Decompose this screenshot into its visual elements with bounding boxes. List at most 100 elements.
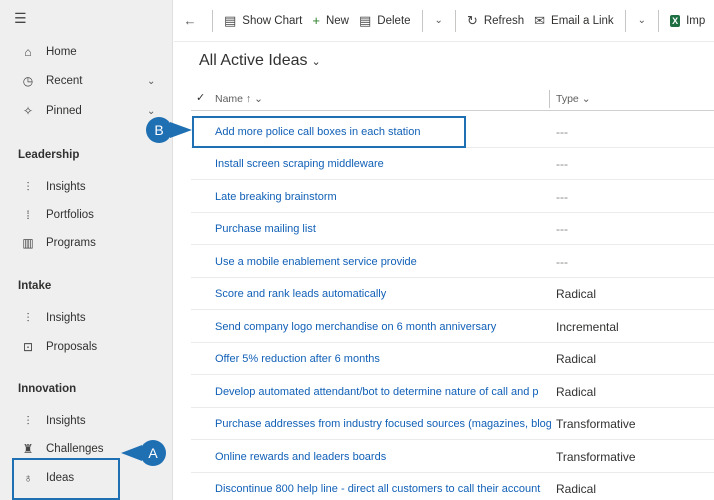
idea-type: --- <box>556 190 568 204</box>
back-arrow-icon[interactable]: ← <box>174 13 206 28</box>
callout-badge-b: B <box>146 117 172 143</box>
table-row[interactable]: Purchase addresses from industry focused… <box>191 408 714 440</box>
group-label-innovation: Innovation <box>18 383 77 395</box>
idea-type: Radical <box>556 287 597 301</box>
sidebar: ☰ ⌂ Home ◷ Recent ⌄ ✧ Pinned ⌄ Leadershi… <box>0 0 173 500</box>
sidebar-item-label: Challenges <box>46 443 104 455</box>
idea-name-link[interactable]: Use a mobile enablement service provide <box>215 256 551 268</box>
table-row[interactable]: Online rewards and leaders boards Transf… <box>191 441 714 473</box>
idea-name-link[interactable]: Purchase mailing list <box>215 223 551 235</box>
challenges-icon: ♜ <box>22 442 34 456</box>
callout-pointer-a <box>121 445 142 461</box>
idea-type: Radical <box>556 385 597 399</box>
select-all-checkmark-icon[interactable]: ✓ <box>196 91 205 104</box>
table-row[interactable]: Score and rank leads automatically Radic… <box>191 278 714 310</box>
delete-button[interactable]: ▤ Delete <box>359 13 411 29</box>
toolbar-divider <box>421 9 423 32</box>
refresh-button[interactable]: ↻ Refresh <box>467 13 524 29</box>
clock-icon: ◷ <box>22 74 34 88</box>
toolbar-divider <box>624 9 626 32</box>
sidebar-item-intake-insights[interactable]: ⫶ Insights <box>0 306 173 330</box>
sidebar-item-innovation-insights[interactable]: ⫶ Insights <box>0 409 173 433</box>
group-label-intake: Intake <box>18 280 52 292</box>
refresh-label: Refresh <box>483 14 525 27</box>
highlight-box-first-idea <box>192 116 466 148</box>
sidebar-item-label: Proposals <box>46 341 98 353</box>
import-button[interactable]: X Imp <box>670 14 706 27</box>
idea-type: Radical <box>556 352 597 366</box>
idea-name-link[interactable]: Late breaking brainstorm <box>215 191 551 203</box>
table-row[interactable]: Install screen scraping middleware --- <box>191 148 714 180</box>
sidebar-item-label: Portfolios <box>46 209 94 221</box>
grid-header: ✓ Name ↑ ⌄ Type ⌄ <box>191 87 714 111</box>
column-divider <box>549 90 550 108</box>
idea-type: Radical <box>556 482 597 496</box>
plus-icon: + <box>312 13 320 28</box>
view-selector[interactable]: All Active Ideas ⌄ <box>199 52 321 70</box>
sidebar-item-label: Programs <box>46 237 96 249</box>
sidebar-item-home[interactable]: ⌂ Home <box>0 40 173 64</box>
table-row[interactable]: Late breaking brainstorm --- <box>191 181 714 213</box>
sidebar-item-leadership-insights[interactable]: ⫶ Insights <box>0 175 173 199</box>
idea-type: --- <box>556 255 568 269</box>
idea-type: Transformative <box>556 417 636 431</box>
idea-type: --- <box>556 222 568 236</box>
delete-label: Delete <box>377 14 411 27</box>
insights-icon: ⫶ <box>26 310 30 325</box>
highlight-box-ideas-nav <box>12 458 120 500</box>
column-header-name[interactable]: Name ↑ ⌄ <box>215 93 263 105</box>
table-row[interactable]: Purchase mailing list --- <box>191 213 714 245</box>
command-bar: ← ▤ Show Chart + New ▤ Delete ⌄ ↻ Refres… <box>174 0 714 42</box>
idea-type: --- <box>556 125 568 139</box>
table-row[interactable]: Discontinue 800 help line - direct all c… <box>191 473 714 500</box>
table-row[interactable]: Develop automated attendant/bot to deter… <box>191 376 714 408</box>
show-chart-button[interactable]: ▤ Show Chart <box>224 13 302 29</box>
insights-icon: ⫶ <box>26 413 30 428</box>
chevron-down-icon[interactable]: ⌄ <box>147 106 155 117</box>
idea-name-link[interactable]: Discontinue 800 help line - direct all c… <box>215 483 551 495</box>
column-header-type[interactable]: Type ⌄ <box>556 93 591 105</box>
refresh-icon: ↻ <box>466 12 478 28</box>
show-chart-label: Show Chart <box>242 14 303 27</box>
idea-name-link[interactable]: Offer 5% reduction after 6 months <box>215 353 551 365</box>
table-row[interactable]: Use a mobile enablement service provide … <box>191 246 714 278</box>
callout-pointer-b <box>170 122 192 138</box>
new-button[interactable]: + New <box>312 13 349 28</box>
column-header-type-label: Type <box>556 93 579 105</box>
sidebar-item-portfolios[interactable]: ⁞ Portfolios <box>0 203 173 227</box>
chart-icon: ▤ <box>224 12 237 28</box>
trash-icon: ▤ <box>359 12 372 28</box>
sidebar-item-pinned[interactable]: ✧ Pinned ⌄ <box>0 99 173 123</box>
idea-type: --- <box>556 157 568 171</box>
idea-name-link[interactable]: Score and rank leads automatically <box>215 288 551 300</box>
sidebar-item-programs[interactable]: ▥ Programs <box>0 231 173 255</box>
chevron-down-icon: ⌄ <box>311 56 321 68</box>
home-icon: ⌂ <box>24 45 32 59</box>
chevron-down-icon[interactable]: ⌄ <box>435 15 443 26</box>
proposals-icon: ⊡ <box>22 340 34 354</box>
chevron-down-icon[interactable]: ⌄ <box>147 76 155 87</box>
callout-badge-a: A <box>140 440 166 466</box>
programs-icon: ▥ <box>22 236 34 250</box>
idea-name-link[interactable]: Send company logo merchandise on 6 month… <box>215 321 551 333</box>
email-link-button[interactable]: ✉ Email a Link <box>534 13 614 29</box>
sidebar-item-label: Insights <box>46 415 86 427</box>
sidebar-item-recent[interactable]: ◷ Recent ⌄ <box>0 69 173 93</box>
import-label: Imp <box>686 14 706 27</box>
column-header-name-label: Name ↑ <box>215 93 252 105</box>
idea-name-link[interactable]: Online rewards and leaders boards <box>215 451 551 463</box>
table-row[interactable]: Offer 5% reduction after 6 months Radica… <box>191 343 714 375</box>
chevron-down-icon: ⌄ <box>581 93 591 105</box>
chevron-down-icon[interactable]: ⌄ <box>638 15 646 26</box>
table-row[interactable]: Send company logo merchandise on 6 month… <box>191 311 714 343</box>
idea-name-link[interactable]: Develop automated attendant/bot to deter… <box>215 386 551 398</box>
idea-name-link[interactable]: Purchase addresses from industry focused… <box>215 418 551 430</box>
sidebar-item-label: Insights <box>46 181 86 193</box>
idea-name-link[interactable]: Install screen scraping middleware <box>215 158 551 170</box>
hamburger-menu-icon[interactable]: ☰ <box>14 10 27 27</box>
toolbar-divider <box>454 9 456 32</box>
insights-icon: ⫶ <box>26 179 30 194</box>
group-label-leadership: Leadership <box>18 149 80 161</box>
sidebar-item-label: Recent <box>46 75 83 87</box>
sidebar-item-proposals[interactable]: ⊡ Proposals <box>0 335 173 359</box>
